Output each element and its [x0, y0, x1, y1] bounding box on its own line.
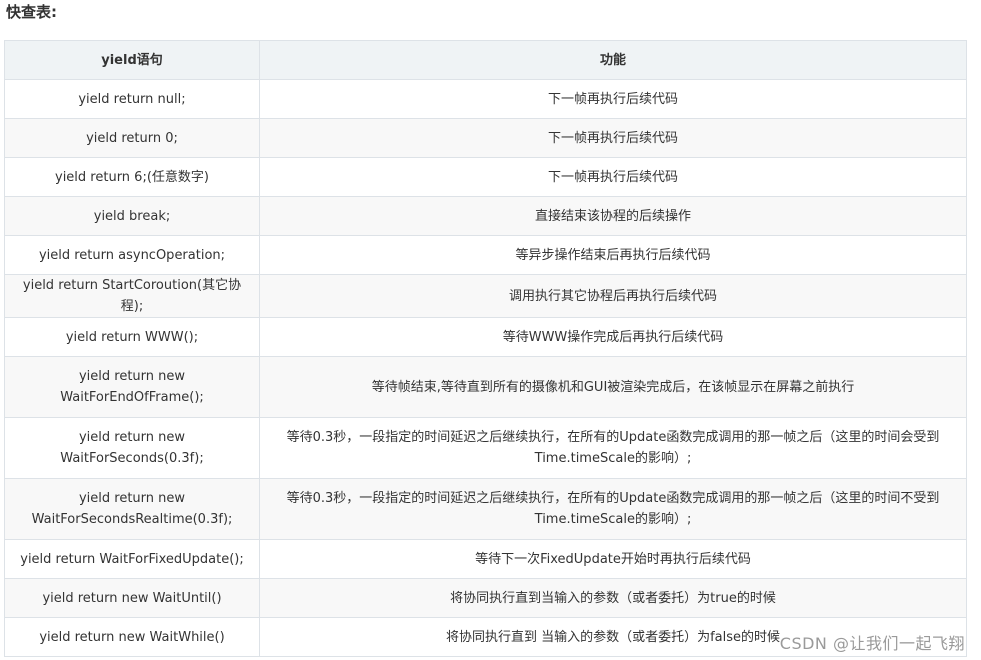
statement-cell: yield return 0; — [4, 118, 260, 158]
statement-cell: yield return StartCoroution(其它协程); — [4, 274, 260, 318]
statement-cell: yield return 6;(任意数字) — [4, 157, 260, 197]
statement-cell: yield return WWW(); — [4, 317, 260, 357]
statement-cell: yield return null; — [4, 79, 260, 119]
table-header-row: yield语句 功能 — [4, 40, 967, 80]
description-cell: 将协同执行直到当输入的参数（或者委托）为true的时候 — [259, 578, 967, 618]
statement-cell: yield return WaitForFixedUpdate(); — [4, 539, 260, 579]
statement-cell: yield return new WaitForSeconds(0.3f); — [4, 417, 260, 479]
description-cell: 调用执行其它协程后再执行后续代码 — [259, 274, 967, 318]
statement-cell: yield return new WaitWhile() — [4, 617, 260, 657]
table-row: yield return 0; 下一帧再执行后续代码 — [4, 118, 967, 158]
table-row: yield return null; 下一帧再执行后续代码 — [4, 79, 967, 119]
yield-cheat-table: yield语句 功能 yield return null; 下一帧再执行后续代码… — [4, 40, 967, 657]
column-header-statement: yield语句 — [4, 40, 260, 80]
table-row: yield return WWW(); 等待WWW操作完成后再执行后续代码 — [4, 317, 967, 357]
description-cell: 等待0.3秒，一段指定的时间延迟之后继续执行，在所有的Update函数完成调用的… — [259, 417, 967, 479]
table-row: yield return new WaitForSecondsRealtime(… — [4, 478, 967, 540]
table-row: yield return WaitForFixedUpdate(); 等待下一次… — [4, 539, 967, 579]
table-row: yield return new WaitForSeconds(0.3f); 等… — [4, 417, 967, 479]
statement-cell: yield return asyncOperation; — [4, 235, 260, 275]
description-cell: 直接结束该协程的后续操作 — [259, 196, 967, 236]
description-cell: 下一帧再执行后续代码 — [259, 79, 967, 119]
description-cell: 等异步操作结束后再执行后续代码 — [259, 235, 967, 275]
table-row: yield break; 直接结束该协程的后续操作 — [4, 196, 967, 236]
description-cell: 等待0.3秒，一段指定的时间延迟之后继续执行，在所有的Update函数完成调用的… — [259, 478, 967, 540]
table-row: yield return new WaitForEndOfFrame(); 等待… — [4, 356, 967, 418]
table-row: yield return StartCoroution(其它协程); 调用执行其… — [4, 274, 967, 318]
statement-cell: yield break; — [4, 196, 260, 236]
description-cell: 下一帧再执行后续代码 — [259, 157, 967, 197]
statement-cell: yield return new WaitForEndOfFrame(); — [4, 356, 260, 418]
statement-cell: yield return new WaitForSecondsRealtime(… — [4, 478, 260, 540]
statement-cell: yield return new WaitUntil() — [4, 578, 260, 618]
table-row: yield return new WaitUntil() 将协同执行直到当输入的… — [4, 578, 967, 618]
description-cell: 等待帧结束,等待直到所有的摄像机和GUI被渲染完成后，在该帧显示在屏幕之前执行 — [259, 356, 967, 418]
csdn-watermark: CSDN @让我们一起飞翔 — [779, 634, 965, 653]
description-cell: 等待WWW操作完成后再执行后续代码 — [259, 317, 967, 357]
table-row: yield return 6;(任意数字) 下一帧再执行后续代码 — [4, 157, 967, 197]
description-cell: 等待下一次FixedUpdate开始时再执行后续代码 — [259, 539, 967, 579]
page-heading: 快查表: — [6, 3, 57, 21]
table-row: yield return asyncOperation; 等异步操作结束后再执行… — [4, 235, 967, 275]
description-cell: 下一帧再执行后续代码 — [259, 118, 967, 158]
column-header-function: 功能 — [259, 40, 967, 80]
